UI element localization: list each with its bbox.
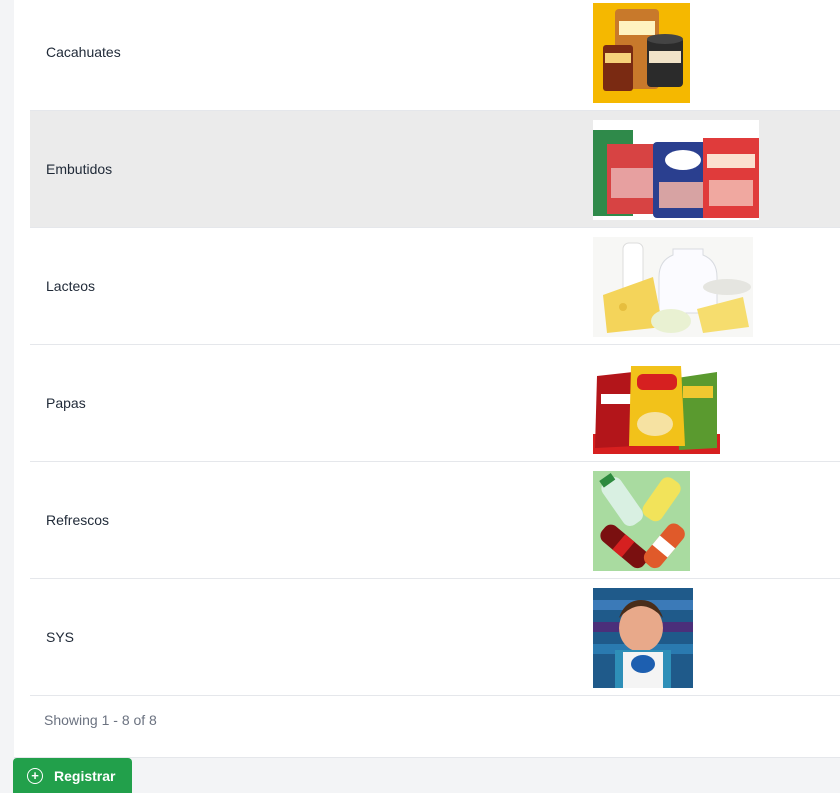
table-row[interactable]: Refrescos <box>30 462 840 579</box>
register-button[interactable]: + Registrar <box>13 758 132 793</box>
table-row[interactable]: Lacteos <box>30 228 840 345</box>
category-table: Cacahuates Embutidos Lacteos Papas Refre… <box>30 0 840 696</box>
table-row[interactable]: Papas <box>30 345 840 462</box>
register-label: Registrar <box>54 767 116 784</box>
category-table-panel: Cacahuates Embutidos Lacteos Papas Refre… <box>14 0 840 758</box>
soda-bottles-image <box>593 471 690 571</box>
table-row[interactable]: SYS <box>30 579 840 696</box>
pagination-summary: Showing 1 - 8 of 8 <box>44 712 157 728</box>
category-name: Papas <box>46 395 86 411</box>
peanut-products-image <box>593 3 690 103</box>
table-row[interactable]: Cacahuates <box>30 0 840 111</box>
plus-circle-icon: + <box>27 767 43 784</box>
dairy-products-image <box>593 237 753 337</box>
pg-mascot-image <box>593 588 693 688</box>
category-name: Refrescos <box>46 512 110 528</box>
chips-bags-image <box>593 354 720 454</box>
sidebar-edge <box>0 0 15 793</box>
category-name: SYS <box>46 629 75 645</box>
category-name: Cacahuates <box>46 44 121 60</box>
category-name: Lacteos <box>46 278 96 294</box>
cold-cuts-image <box>593 120 759 220</box>
category-name: Embutidos <box>46 161 113 177</box>
table-row[interactable]: Embutidos <box>30 111 840 228</box>
